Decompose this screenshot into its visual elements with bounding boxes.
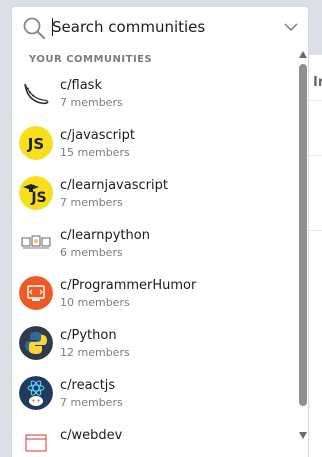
- member-count: 7 members: [60, 96, 123, 109]
- flask-horn-icon: [19, 76, 53, 110]
- member-count: 12 members: [60, 346, 130, 359]
- community-item-programmerhumor[interactable]: c/ProgrammerHumor 10 members: [12, 272, 296, 322]
- scroll-down-arrow-icon[interactable]: [299, 432, 307, 439]
- member-count: 15 members: [60, 146, 130, 159]
- community-name: c/ProgrammerHumor: [60, 278, 197, 293]
- community-item-reactjs[interactable]: c/reactjs 7 members: [12, 372, 296, 422]
- chevron-down-icon[interactable]: [283, 19, 299, 35]
- js-logo-icon: JS: [19, 126, 53, 160]
- background-text-fragment: In: [313, 75, 322, 90]
- python-logo-icon: [19, 326, 53, 360]
- member-count: 7 members: [60, 396, 123, 409]
- community-name: c/javascript: [60, 128, 135, 143]
- js-graduation-icon: JS: [19, 176, 53, 210]
- community-item-javascript[interactable]: JS c/javascript 15 members: [12, 122, 296, 172]
- member-count: 6 members: [60, 246, 123, 259]
- react-snoo-icon: [19, 376, 53, 410]
- community-item-python[interactable]: c/Python 12 members: [12, 322, 296, 372]
- scroll-up-arrow-icon[interactable]: [299, 51, 307, 58]
- community-dropdown: YOUR COMMUNITIES c/flask 7 members JS c/…: [11, 46, 309, 457]
- community-list: c/flask 7 members JS c/javascript 15 mem…: [12, 72, 296, 457]
- community-name: c/reactjs: [60, 378, 116, 393]
- search-icon: [23, 17, 45, 39]
- community-name: c/webdev: [60, 428, 123, 443]
- community-item-flask[interactable]: c/flask 7 members: [12, 72, 296, 122]
- python-sketch-icon: [19, 226, 53, 260]
- scrollbar[interactable]: [297, 46, 308, 457]
- community-name: c/learnjavascript: [60, 178, 168, 193]
- community-name: c/Python: [60, 328, 117, 343]
- search-input[interactable]: [52, 16, 277, 38]
- text-caret: [52, 18, 53, 36]
- community-item-webdev[interactable]: c/webdev: [12, 422, 296, 457]
- community-name: c/learnpython: [60, 228, 150, 243]
- community-item-learnjavascript[interactable]: JS c/learnjavascript 7 members: [12, 172, 296, 222]
- webdev-icon: [19, 426, 53, 457]
- community-search-box[interactable]: [11, 6, 309, 46]
- community-item-learnpython[interactable]: c/learnpython 6 members: [12, 222, 296, 272]
- svg-text:JS: JS: [30, 190, 46, 206]
- section-label: YOUR COMMUNITIES: [29, 54, 153, 65]
- scrollbar-thumb[interactable]: [299, 64, 307, 406]
- svg-text:JS: JS: [27, 135, 44, 153]
- member-count: 10 members: [60, 296, 130, 309]
- programmer-humor-icon: [19, 276, 53, 310]
- community-name: c/flask: [60, 78, 102, 93]
- member-count: 7 members: [60, 196, 123, 209]
